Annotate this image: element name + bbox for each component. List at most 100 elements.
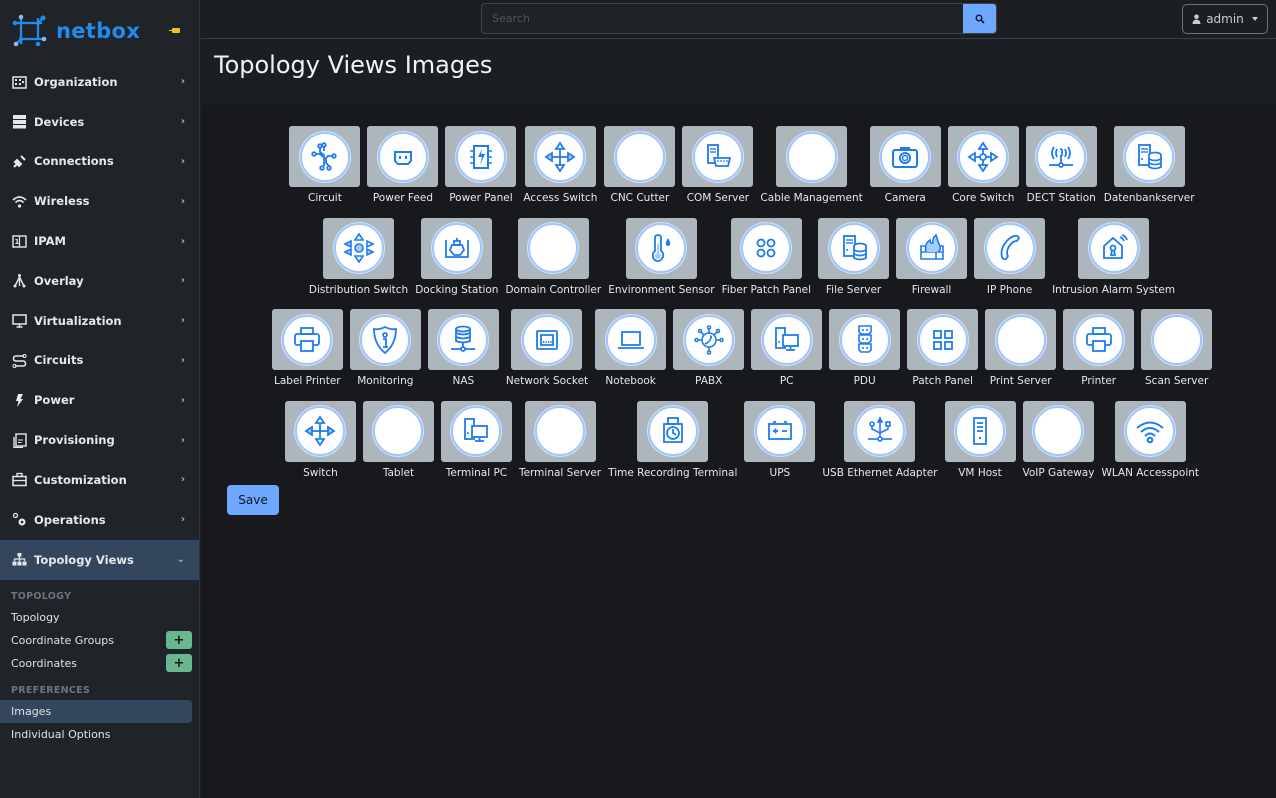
user-menu-button[interactable]: admin [1182,4,1268,34]
image-select-box[interactable] [349,309,421,370]
add-coordinate-button[interactable]: + [166,654,192,673]
image-tile-ip-phone[interactable]: IP Phone [974,217,1046,310]
image-select-box[interactable] [944,400,1016,462]
sidebar-item-coordinate-groups[interactable]: Coordinate Groups + [0,629,199,652]
image-tile-usb-ethernet-adapter[interactable]: USB Ethernet Adapter [822,400,938,493]
image-tile-network-socket[interactable]: Network Socket [506,309,588,401]
search-input[interactable] [482,4,963,33]
image-select-box[interactable] [776,126,848,187]
image-select-box[interactable] [1022,400,1094,462]
image-select-box[interactable] [751,309,823,370]
image-tile-patch-panel[interactable]: Patch Panel [907,309,979,401]
image-tile-time-recording-terminal[interactable]: Time Recording Terminal [608,400,737,493]
image-select-box[interactable] [524,126,596,187]
save-button[interactable]: Save [227,485,279,515]
image-tile-firewall[interactable]: Firewall [896,217,968,310]
image-tile-pc[interactable]: PC [751,309,823,401]
image-select-box[interactable] [440,400,512,462]
image-tile-printer[interactable]: Printer [1063,309,1135,401]
image-select-box[interactable] [445,126,517,187]
image-select-box[interactable] [421,217,493,279]
image-select-box[interactable] [1113,126,1185,187]
sidebar-item-devices[interactable]: Devices › [0,102,199,142]
image-tile-notebook[interactable]: Notebook [595,309,667,401]
image-tile-voip-gateway[interactable]: VoIP Gateway [1022,400,1094,493]
image-tile-docking-station[interactable]: Docking Station [415,217,498,310]
image-tile-intrusion-alarm-system[interactable]: Intrusion Alarm System [1052,217,1175,310]
sidebar-item-coordinates[interactable]: Coordinates + [0,652,199,675]
image-select-box[interactable] [604,126,676,187]
image-select-box[interactable] [947,126,1019,187]
image-select-box[interactable] [1141,309,1213,370]
image-select-box[interactable] [637,400,709,462]
image-tile-domain-controller[interactable]: Domain Controller [505,217,601,310]
image-tile-monitoring[interactable]: Monitoring [349,309,421,401]
image-tile-tablet[interactable]: Tablet [362,400,434,493]
image-tile-ups[interactable]: UPS [744,400,816,493]
image-select-box[interactable] [974,217,1046,279]
sidebar-item-power[interactable]: Power › [0,380,199,420]
image-select-box[interactable] [271,309,343,370]
image-select-box[interactable] [284,400,356,462]
image-select-box[interactable] [869,126,941,187]
brand[interactable]: netbox [0,0,199,62]
image-select-box[interactable] [362,400,434,462]
image-tile-power-feed[interactable]: Power Feed [367,126,439,218]
image-tile-file-server[interactable]: File Server [818,217,890,310]
image-tile-camera[interactable]: Camera [869,126,941,218]
image-select-box[interactable] [730,217,802,279]
image-tile-distribution-switch[interactable]: Distribution Switch [309,217,408,310]
image-tile-cable-management[interactable]: Cable Management [760,126,863,218]
image-tile-switch[interactable]: Switch [284,400,356,493]
image-select-box[interactable] [818,217,890,279]
image-select-box[interactable] [367,126,439,187]
image-select-box[interactable] [985,309,1057,370]
sidebar-item-operations[interactable]: Operations › [0,500,199,540]
image-tile-nas[interactable]: NAS [427,309,499,401]
sidebar-item-organization[interactable]: Organization › [0,62,199,102]
image-select-box[interactable] [907,309,979,370]
sidebar-item-wireless[interactable]: Wireless › [0,181,199,221]
image-tile-com-server[interactable]: COM Server [682,126,754,218]
image-tile-datenbankserver[interactable]: Datenbankserver [1104,126,1195,218]
image-select-box[interactable] [427,309,499,370]
sidebar-item-circuits[interactable]: Circuits › [0,341,199,381]
image-select-box[interactable] [744,400,816,462]
image-select-box[interactable] [625,217,697,279]
image-tile-power-panel[interactable]: Power Panel [445,126,517,218]
image-select-box[interactable] [524,400,596,462]
image-select-box[interactable] [829,309,901,370]
image-tile-label-printer[interactable]: Label Printer [271,309,343,401]
image-select-box[interactable] [682,126,754,187]
image-select-box[interactable] [673,309,745,370]
pin-icon[interactable] [169,28,180,33]
image-tile-vm-host[interactable]: VM Host [944,400,1016,493]
image-select-box[interactable] [844,400,916,462]
search-button[interactable] [963,4,996,33]
sidebar-item-virtualization[interactable]: Virtualization › [0,301,199,341]
add-coordinate-group-button[interactable]: + [166,631,192,650]
image-select-box[interactable] [1025,126,1097,187]
sidebar-item-individual-options[interactable]: Individual Options [0,723,199,746]
image-tile-environment-sensor[interactable]: Environment Sensor [608,217,715,310]
image-tile-dect-station[interactable]: DECT Station [1025,126,1097,218]
image-tile-scan-server[interactable]: Scan Server [1141,309,1213,401]
image-tile-access-switch[interactable]: Access Switch [523,126,597,218]
sidebar-item-provisioning[interactable]: Provisioning › [0,420,199,460]
sidebar-item-topology[interactable]: Topology [0,606,199,629]
image-tile-terminal-server[interactable]: Terminal Server [519,400,601,493]
sidebar-item-images[interactable]: Images [0,699,192,723]
image-tile-fiber-patch-panel[interactable]: Fiber Patch Panel [722,217,811,310]
image-tile-pdu[interactable]: PDU [829,309,901,401]
image-select-box[interactable] [511,309,583,370]
sidebar-item-connections[interactable]: Connections › [0,142,199,182]
image-select-box[interactable] [595,309,667,370]
sidebar-item-ipam[interactable]: 1 IPAM › [0,221,199,261]
image-select-box[interactable] [1078,217,1150,279]
image-select-box[interactable] [517,217,589,279]
image-tile-terminal-pc[interactable]: Terminal PC [440,400,512,493]
image-select-box[interactable] [1063,309,1135,370]
image-select-box[interactable] [289,126,361,187]
sidebar-item-topology-views[interactable]: Topology Views ⌄ [0,539,199,580]
image-tile-circuit[interactable]: Circuit [289,126,361,218]
